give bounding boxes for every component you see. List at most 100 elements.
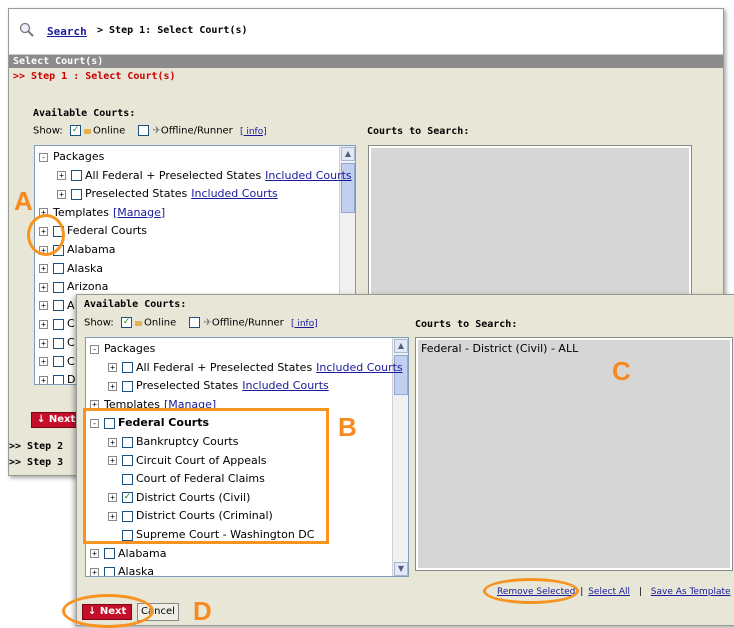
expand-icon[interactable]: + (108, 363, 117, 373)
court-checkbox[interactable] (53, 300, 64, 312)
save-as-template-link[interactable]: Save As Template (651, 587, 731, 597)
tree-row-label: Preselected States (85, 187, 188, 201)
court-checkbox[interactable] (53, 281, 64, 293)
expand-icon[interactable]: + (90, 549, 99, 559)
court-checkbox[interactable] (122, 380, 133, 392)
available-courts-title-front: Available Courts: (84, 299, 187, 310)
expand-icon[interactable]: + (39, 264, 48, 274)
court-checkbox[interactable] (53, 356, 64, 368)
expand-icon[interactable]: + (57, 171, 66, 181)
step-3-label: >> Step 3 (9, 457, 64, 468)
info-link[interactable]: [ info] (240, 127, 267, 137)
show-label: Show: (33, 125, 63, 137)
court-checkbox[interactable] (104, 566, 115, 576)
court-checkbox[interactable] (53, 374, 64, 384)
action-separator: | (638, 587, 642, 597)
tree-row-label: A (67, 298, 75, 312)
courts-to-search-list[interactable] (368, 145, 692, 307)
magnifier-icon (19, 22, 35, 41)
tree-row-label: C (67, 336, 75, 349)
online-checkbox[interactable]: ✓ (70, 125, 81, 136)
tree-row[interactable]: + Alabama (90, 545, 167, 563)
annotation-d-ring (62, 594, 154, 628)
tree-row[interactable]: + Preselected States Included Courts (57, 185, 278, 203)
court-checkbox[interactable] (71, 188, 82, 200)
page-header: Search > Step 1: Select Court(s) (9, 9, 723, 55)
tree-row[interactable]: + D (39, 371, 76, 385)
collapse-icon[interactable]: - (39, 152, 48, 162)
tree-row-label: All Federal + Preselected States (136, 360, 313, 374)
runner-icon: ✈ (152, 125, 161, 137)
tree-row[interactable]: + C (39, 334, 75, 352)
court-checkbox[interactable] (53, 337, 64, 349)
expand-icon[interactable]: + (39, 301, 48, 311)
court-checkbox[interactable] (53, 263, 64, 275)
select-all-link[interactable]: Select All (588, 587, 630, 597)
scroll-up-button-front[interactable]: ▲ (394, 339, 408, 353)
tree-row-label: Templates (53, 205, 109, 219)
expand-icon[interactable]: + (39, 282, 48, 292)
tree-row[interactable]: + C (39, 353, 75, 371)
tree-row-link[interactable]: Included Courts (316, 361, 402, 374)
expand-icon[interactable]: + (90, 567, 99, 576)
courts-to-search-title-front: Courts to Search: (415, 319, 518, 330)
action-separator: | (580, 587, 584, 597)
annotation-a: A (14, 186, 33, 216)
tree-row-link[interactable]: Included Courts (191, 187, 277, 200)
expand-icon[interactable]: + (39, 319, 48, 329)
selected-court-item[interactable]: Federal - District (Civil) - ALL (421, 342, 727, 355)
scroll-up-button[interactable]: ▲ (341, 147, 355, 161)
court-checkbox[interactable] (71, 170, 82, 182)
online-checkbox-front[interactable]: ✓ (121, 317, 132, 328)
collapse-icon[interactable]: - (90, 344, 99, 354)
courts-to-search-title: Courts to Search: (367, 126, 470, 137)
tree-row-link[interactable]: Included Courts (265, 169, 351, 182)
tree-row-label: Preselected States (136, 379, 239, 393)
tree-row[interactable]: - Packages (90, 340, 155, 358)
court-checkbox[interactable] (122, 362, 133, 374)
courts-to-search-list-front[interactable]: Federal - District (Civil) - ALL (415, 337, 733, 571)
search-link[interactable]: Search (47, 25, 87, 38)
expand-icon[interactable]: + (39, 338, 48, 348)
court-checkbox[interactable] (104, 548, 115, 560)
tree-row[interactable]: + Alaska (90, 563, 154, 576)
annotation-c: C (612, 356, 631, 386)
next-button-back[interactable]: ↓ Next (31, 412, 82, 428)
tree-row-label: Arizona (67, 280, 109, 294)
tree-row-label: Alaska (67, 261, 103, 275)
expand-icon[interactable]: + (39, 357, 48, 367)
runner-icon-front: ✈ (203, 317, 212, 329)
scroll-down-button-front[interactable]: ▼ (394, 562, 408, 576)
tree-row[interactable]: + Preselected States Included Courts (108, 377, 329, 395)
step-2-label: >> Step 2 (9, 441, 64, 452)
online-icon (84, 128, 91, 134)
online-label-front: Online (144, 317, 177, 329)
tree-row-label: C (67, 354, 75, 368)
online-icon-front (135, 320, 142, 326)
tree-row-label: Federal Courts (67, 224, 148, 238)
expand-icon[interactable]: + (108, 381, 117, 391)
tree-row[interactable]: - Packages (39, 148, 104, 166)
tree-row-label: C (67, 317, 75, 331)
tree-row-label: Packages (104, 342, 156, 355)
show-label-front: Show: (84, 317, 114, 329)
tree-row[interactable]: + All Federal + Preselected States Include… (108, 359, 403, 377)
offline-checkbox-front[interactable] (189, 317, 201, 328)
tree-row-link[interactable]: Included Courts (242, 379, 328, 392)
expand-icon[interactable]: + (57, 189, 66, 199)
tree-row[interactable]: + A (39, 297, 75, 315)
offline-checkbox[interactable] (138, 125, 150, 136)
tree-row-label: Packages (53, 150, 105, 163)
tree-row-label: D (67, 373, 76, 385)
online-label: Online (93, 125, 126, 137)
tree-row[interactable]: + Alaska (39, 260, 103, 278)
tree-row[interactable]: + All Federal + Preselected States Include… (57, 167, 352, 185)
offline-label: Offline/Runner (160, 125, 233, 137)
offline-label-front: Offline/Runner (211, 317, 284, 329)
expand-icon[interactable]: + (39, 375, 48, 384)
breadcrumb: > Step 1: Select Court(s) (97, 25, 248, 36)
court-checkbox[interactable] (53, 318, 64, 330)
tree-row[interactable]: + C (39, 315, 75, 333)
tree-row-link[interactable]: [Manage] (113, 206, 165, 219)
info-link-front[interactable]: [ info] (291, 319, 318, 329)
